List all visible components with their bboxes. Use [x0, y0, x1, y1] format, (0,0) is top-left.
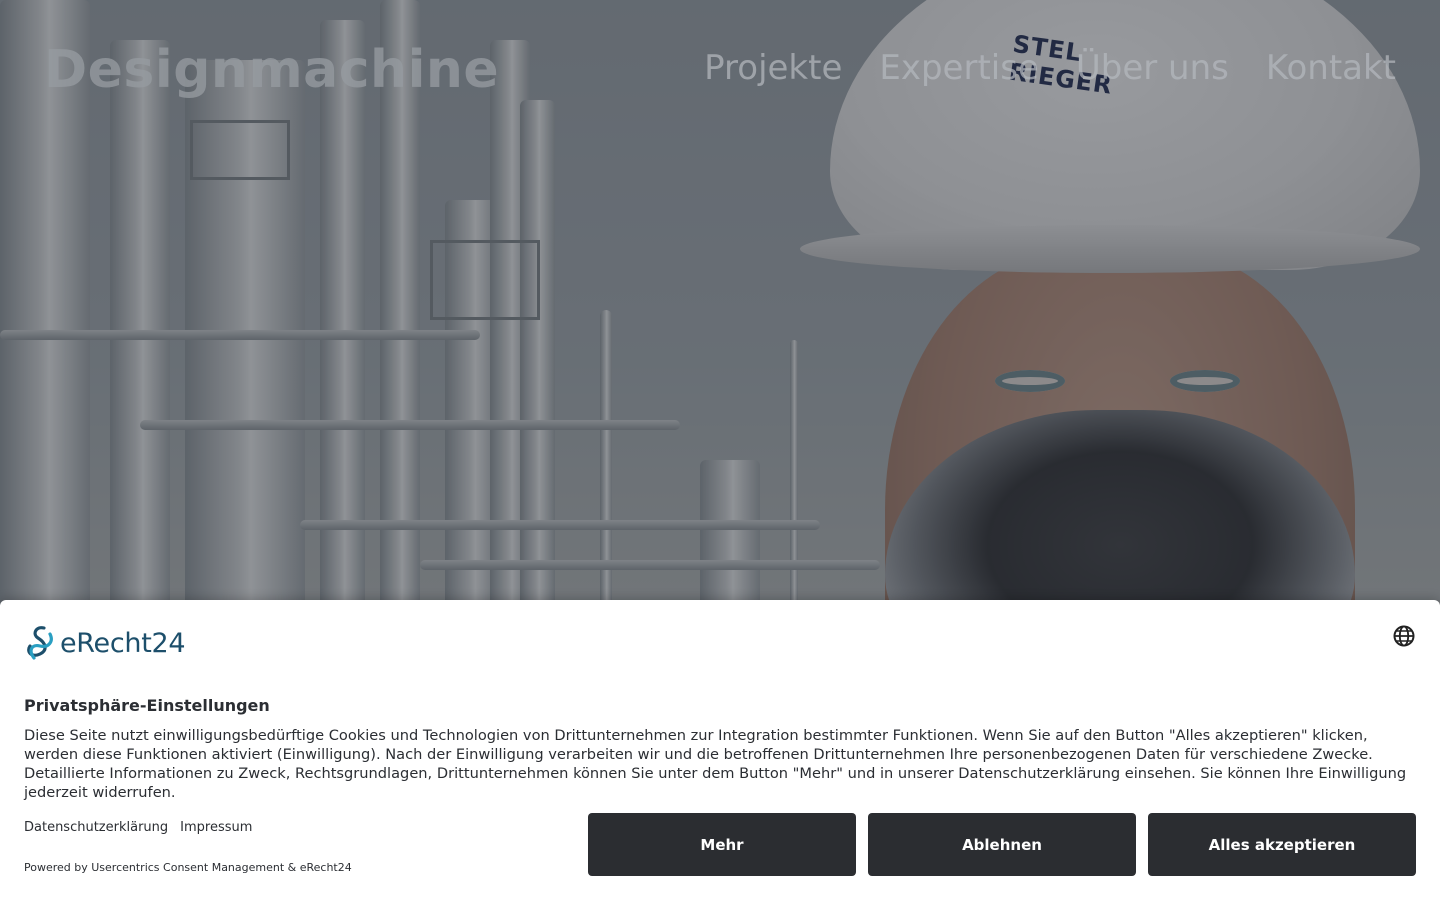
- globe-icon: [1393, 625, 1415, 647]
- accept-all-button[interactable]: Alles akzeptieren: [1148, 813, 1416, 876]
- decline-button[interactable]: Ablehnen: [868, 813, 1136, 876]
- site-header: Designmachine Projekte Expertise Über un…: [0, 0, 1440, 140]
- consent-banner: eRecht24 Privatsphäre-Einstellungen Dies…: [0, 600, 1440, 900]
- nav-item-projekte[interactable]: Projekte: [704, 48, 842, 88]
- erecht24-logo: eRecht24: [24, 624, 186, 662]
- consent-links: Datenschutzerklärung Impressum: [24, 820, 252, 835]
- imprint-link[interactable]: Impressum: [180, 820, 252, 835]
- more-button[interactable]: Mehr: [588, 813, 856, 876]
- erecht24-mark-icon: [27, 626, 53, 660]
- consent-buttons: Mehr Ablehnen Alles akzeptieren: [588, 813, 1416, 876]
- powered-by-text: Powered by Usercentrics Consent Manageme…: [24, 861, 352, 874]
- consent-description: Diese Seite nutzt einwilligungsbedürftig…: [24, 727, 1407, 801]
- nav-item-kontakt[interactable]: Kontakt: [1266, 48, 1396, 88]
- brand-name: eRecht24: [60, 627, 186, 659]
- main-nav: Projekte Expertise Über uns Kontakt: [704, 48, 1396, 88]
- consent-title: Privatsphäre-Einstellungen: [24, 696, 270, 715]
- nav-item-ueber-uns[interactable]: Über uns: [1076, 48, 1229, 88]
- language-button[interactable]: [1392, 624, 1416, 648]
- nav-item-expertise[interactable]: Expertise: [879, 48, 1039, 88]
- site-title[interactable]: Designmachine: [44, 40, 499, 100]
- privacy-policy-link[interactable]: Datenschutzerklärung: [24, 820, 168, 835]
